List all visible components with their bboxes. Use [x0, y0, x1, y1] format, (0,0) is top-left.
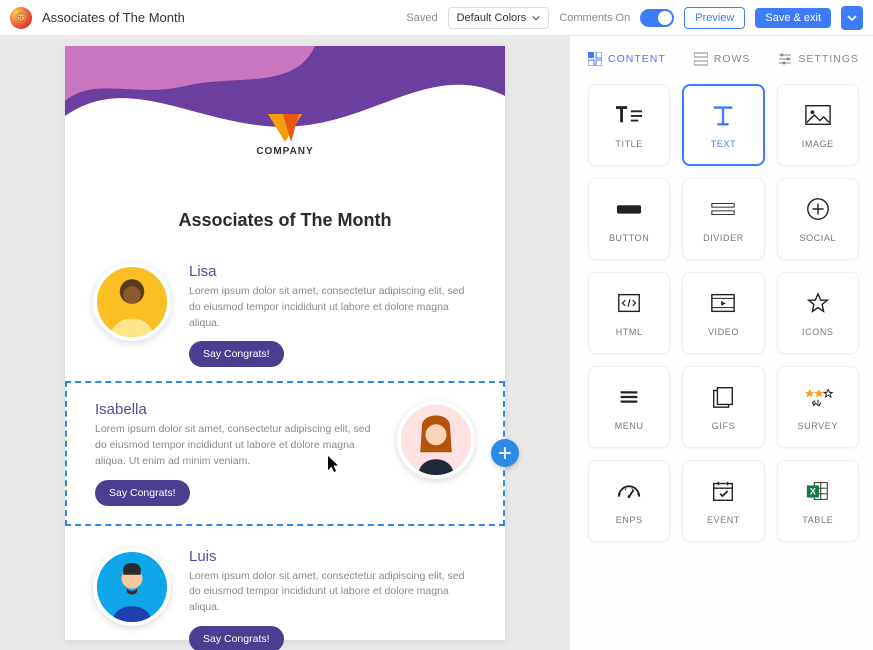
star-icon: [803, 289, 833, 317]
section-title: Associates of The Month: [65, 210, 505, 231]
document-title: Associates of The Month: [42, 10, 185, 25]
grid-icon: [588, 52, 602, 66]
email-preview: COMPANY Associates of The Month Lisa Lor…: [65, 46, 505, 640]
tab-label: CONTENT: [608, 53, 666, 65]
image-icon: [803, 101, 833, 129]
say-congrats-button[interactable]: Say Congrats!: [189, 341, 284, 367]
block-table[interactable]: X TABLE: [777, 460, 859, 542]
sliders-icon: [778, 52, 792, 66]
avatar: [93, 263, 171, 341]
email-canvas[interactable]: COMPANY Associates of The Month Lisa Lor…: [0, 36, 570, 650]
social-icon: [803, 195, 833, 223]
associate-name: Lisa: [189, 263, 477, 280]
tile-label: GIFS: [712, 421, 735, 431]
block-text[interactable]: TEXT: [682, 84, 764, 166]
plus-icon: [498, 446, 512, 460]
button-icon: [614, 195, 644, 223]
preview-button[interactable]: Preview: [684, 7, 745, 29]
tile-label: MENU: [615, 421, 644, 431]
calendar-icon: [708, 477, 738, 505]
block-divider[interactable]: DIVIDER: [682, 178, 764, 260]
associate-row-selected[interactable]: Isabella Lorem ipsum dolor sit amet, con…: [65, 381, 505, 525]
tab-rows[interactable]: ROWS: [694, 52, 751, 66]
tab-label: SETTINGS: [798, 53, 859, 65]
associate-text: Lorem ipsum dolor sit amet, consectetur …: [189, 284, 477, 331]
tile-label: TITLE: [615, 139, 643, 149]
tile-label: IMAGE: [802, 139, 834, 149]
associate-body: Lisa Lorem ipsum dolor sit amet, consect…: [189, 263, 477, 367]
say-congrats-button[interactable]: Say Congrats!: [95, 480, 190, 506]
color-theme-dropdown[interactable]: Default Colors: [448, 7, 550, 29]
tab-label: ROWS: [714, 53, 751, 65]
block-video[interactable]: VIDEO: [682, 272, 764, 354]
associate-body: Luis Lorem ipsum dolor sit amet, consect…: [189, 548, 477, 650]
video-icon: [708, 289, 738, 317]
associate-name: Luis: [189, 548, 477, 565]
block-event[interactable]: EVENT: [682, 460, 764, 542]
block-image[interactable]: IMAGE: [777, 84, 859, 166]
side-panel: CONTENT ROWS SETTINGS TITLE: [570, 36, 873, 650]
tile-label: SOCIAL: [799, 233, 836, 243]
avatar: [93, 548, 171, 626]
tile-label: HTML: [616, 327, 643, 337]
tile-label: TABLE: [802, 515, 833, 525]
tile-label: BUTTON: [609, 233, 649, 243]
app-logo-icon: 🐵: [10, 7, 32, 29]
tile-label: ICONS: [802, 327, 834, 337]
company-logo: COMPANY: [65, 114, 505, 157]
block-html[interactable]: HTML: [588, 272, 670, 354]
tile-label: SURVEY: [798, 421, 838, 431]
svg-text:X: X: [810, 487, 817, 497]
email-hero: COMPANY: [65, 46, 505, 206]
block-social[interactable]: SOCIAL: [777, 178, 859, 260]
avatar: [397, 401, 475, 479]
block-enps[interactable]: ENPS: [588, 460, 670, 542]
block-gifs[interactable]: GIFS: [682, 366, 764, 448]
associate-row[interactable]: Lisa Lorem ipsum dolor sit amet, consect…: [65, 249, 505, 381]
menu-icon: [614, 383, 644, 411]
comments-label: Comments On: [559, 12, 630, 24]
tile-label: DIVIDER: [703, 233, 744, 243]
save-exit-button[interactable]: Save & exit: [755, 8, 831, 28]
associate-text: Lorem ipsum dolor sit amet, consectetur …: [95, 422, 379, 469]
main-area: COMPANY Associates of The Month Lisa Lor…: [0, 36, 873, 650]
block-icons[interactable]: ICONS: [777, 272, 859, 354]
add-block-button[interactable]: [491, 439, 519, 467]
block-menu[interactable]: MENU: [588, 366, 670, 448]
divider-icon: [708, 195, 738, 223]
tab-content[interactable]: CONTENT: [588, 52, 666, 66]
panel-tabs: CONTENT ROWS SETTINGS: [588, 52, 859, 66]
text-icon: [708, 101, 738, 129]
comments-toggle[interactable]: [640, 9, 674, 27]
html-icon: [614, 289, 644, 317]
gifs-icon: [708, 383, 738, 411]
tile-label: TEXT: [711, 139, 736, 149]
chevron-down-icon: [847, 13, 857, 23]
block-title[interactable]: TITLE: [588, 84, 670, 166]
color-theme-label: Default Colors: [457, 12, 527, 24]
tile-label: VIDEO: [708, 327, 739, 337]
tile-label: ENPS: [616, 515, 643, 525]
associate-row[interactable]: Luis Lorem ipsum dolor sit amet, consect…: [65, 526, 505, 650]
tile-label: EVENT: [707, 515, 740, 525]
tab-settings[interactable]: SETTINGS: [778, 52, 859, 66]
saved-status: Saved: [406, 12, 437, 24]
block-survey[interactable]: SURVEY: [777, 366, 859, 448]
gauge-icon: [614, 477, 644, 505]
save-more-dropdown[interactable]: [841, 6, 863, 30]
say-congrats-button[interactable]: Say Congrats!: [189, 626, 284, 650]
associate-name: Isabella: [95, 401, 379, 418]
block-button[interactable]: BUTTON: [588, 178, 670, 260]
content-block-grid: TITLE TEXT IMAGE BUTTON: [588, 84, 859, 542]
associate-text: Lorem ipsum dolor sit amet, consectetur …: [189, 569, 477, 616]
top-bar: 🐵 Associates of The Month Saved Default …: [0, 0, 873, 36]
title-icon: [614, 101, 644, 129]
company-label: COMPANY: [65, 146, 505, 157]
chevron-down-icon: [532, 14, 540, 22]
excel-icon: X: [803, 477, 833, 505]
survey-icon: [803, 383, 833, 411]
company-logo-icon: [268, 114, 302, 142]
rows-icon: [694, 52, 708, 66]
associate-body: Isabella Lorem ipsum dolor sit amet, con…: [95, 401, 379, 505]
